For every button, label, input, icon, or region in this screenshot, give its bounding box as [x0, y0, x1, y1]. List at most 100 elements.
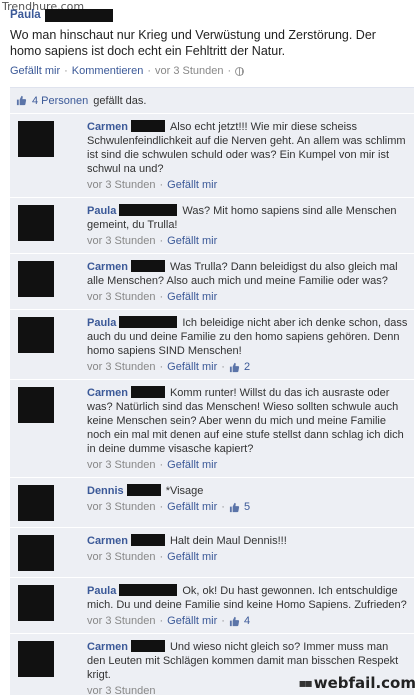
comment-meta: vor 3 Stunden · Gefällt mir	[87, 459, 408, 471]
comment-like-link[interactable]: Gefällt mir	[167, 615, 217, 627]
comment-author-name[interactable]: Carmen	[87, 121, 128, 133]
comment-like-link[interactable]: Gefällt mir	[167, 459, 217, 471]
censor-bar	[130, 640, 165, 652]
likes-count-link[interactable]: 4 Personen	[32, 95, 88, 107]
thumbs-up-icon	[229, 362, 240, 373]
avatar[interactable]	[18, 205, 54, 241]
post-header: Paula	[10, 7, 410, 23]
censor-bar	[119, 584, 178, 596]
comment-item: Dennis *Visage vor 3 Stunden · Gefällt mir · 5	[10, 477, 414, 527]
avatar[interactable]	[18, 485, 54, 521]
post-meta: Gefällt mir · Kommentieren · vor 3 Stund…	[10, 65, 410, 77]
comment-body: Dennis *Visage vor 3 Stunden · Gefällt mir · 5	[87, 484, 408, 521]
comment-like-link[interactable]: Gefällt mir	[167, 551, 217, 563]
post-comment-link[interactable]: Kommentieren	[72, 65, 144, 77]
censor-bar	[44, 8, 113, 22]
comment-body: Carmen Komm runter! Willst du das ich aus…	[87, 386, 408, 471]
avatar[interactable]	[18, 261, 54, 297]
avatar[interactable]	[18, 641, 54, 677]
separator: ·	[221, 361, 225, 373]
comment-thread: 4 Personen gefällt das. Carmen Also echt …	[10, 87, 414, 695]
dots-icon: ▪▪	[298, 676, 313, 690]
comment-author-name[interactable]: Carmen	[87, 535, 128, 547]
comment-timestamp[interactable]: vor 3 Stunden	[87, 179, 156, 191]
comment-meta: vor 3 Stunden · Gefällt mir	[87, 291, 408, 303]
comment-timestamp[interactable]: vor 3 Stunden	[87, 501, 156, 513]
post-like-link[interactable]: Gefällt mir	[10, 65, 60, 77]
thumbs-up-icon	[16, 95, 27, 106]
comment-text-line: Dennis *Visage	[87, 484, 408, 498]
comment-like-count[interactable]: 5	[244, 501, 250, 513]
comment-text-line: Carmen Halt dein Maul Dennis!!!	[87, 534, 408, 548]
censor-bar	[119, 204, 178, 216]
comment-item: Carmen Halt dein Maul Dennis!!! vor 3 Stun…	[10, 527, 414, 577]
comment-body: Carmen Also echt jetzt!!! Wie mir diese s…	[87, 120, 408, 191]
comment-timestamp[interactable]: vor 3 Stunden	[87, 685, 156, 695]
comment-like-link[interactable]: Gefällt mir	[167, 179, 217, 191]
comment-body: Paula Was? Mit homo sapiens sind alle Men…	[87, 204, 408, 247]
comment-item: Paula Ich beleidige nicht aber ich denke …	[10, 309, 414, 379]
comment-like-count[interactable]: 2	[244, 361, 250, 373]
separator: ·	[64, 65, 68, 77]
comment-text-line: Paula Ich beleidige nicht aber ich denke …	[87, 316, 408, 358]
comment-author-name[interactable]: Carmen	[87, 261, 128, 273]
comment-text-line: Paula Was? Mit homo sapiens sind alle Men…	[87, 204, 408, 232]
comment-text-line: Paula Ok, ok! Du hast gewonnen. Ich entsc…	[87, 584, 408, 612]
comment-item: Paula Was? Mit homo sapiens sind alle Men…	[10, 197, 414, 253]
comment-meta: vor 3 Stunden · Gefällt mir	[87, 235, 408, 247]
comment-item: Carmen Also echt jetzt!!! Wie mir diese s…	[10, 113, 414, 197]
watermark-bottom-text: webfail.com	[313, 674, 416, 692]
comment-meta: vor 3 Stunden · Gefällt mir · 2	[87, 361, 408, 373]
comment-meta: vor 3 Stunden · Gefällt mir	[87, 551, 408, 563]
separator: ·	[159, 291, 164, 303]
comment-author-name[interactable]: Paula	[87, 205, 116, 217]
avatar[interactable]	[18, 585, 54, 621]
comment-like-link[interactable]: Gefällt mir	[167, 291, 217, 303]
separator: ·	[159, 551, 164, 563]
avatar[interactable]	[18, 387, 54, 423]
likes-suffix: gefällt das.	[93, 94, 147, 107]
comment-author-name[interactable]: Paula	[87, 317, 116, 329]
avatar[interactable]	[18, 535, 54, 571]
comment-author-name[interactable]: Carmen	[87, 641, 128, 653]
comment-text: Halt dein Maul Dennis!!!	[169, 535, 287, 547]
comment-like-count[interactable]: 4	[244, 615, 250, 627]
comment-timestamp[interactable]: vor 3 Stunden	[87, 615, 156, 627]
censor-bar	[126, 484, 161, 496]
post-author-name[interactable]: Paula	[10, 9, 41, 21]
comment-body: Paula Ok, ok! Du hast gewonnen. Ich entsc…	[87, 584, 408, 627]
comment-text-line: Carmen Komm runter! Willst du das ich aus…	[87, 386, 408, 456]
separator: ·	[221, 501, 225, 513]
censor-bar	[119, 316, 178, 328]
comment-timestamp[interactable]: vor 3 Stunden	[87, 361, 156, 373]
post-timestamp[interactable]: vor 3 Stunden	[155, 65, 224, 77]
comment-like-link[interactable]: Gefällt mir	[167, 235, 217, 247]
watermark-bottom: ▪▪ webfail.com	[299, 674, 417, 692]
separator: ·	[159, 501, 164, 513]
comment-item: Carmen Komm runter! Willst du das ich aus…	[10, 379, 414, 477]
comment-timestamp[interactable]: vor 3 Stunden	[87, 459, 156, 471]
avatar[interactable]	[18, 317, 54, 353]
separator: ·	[147, 65, 152, 77]
censor-bar	[130, 120, 165, 132]
comment-like-link[interactable]: Gefällt mir	[167, 501, 217, 513]
comment-meta: vor 3 Stunden · Gefällt mir	[87, 179, 408, 191]
comment-author-name[interactable]: Dennis	[87, 485, 124, 497]
comment-author-name[interactable]: Carmen	[87, 387, 128, 399]
comment-timestamp[interactable]: vor 3 Stunden	[87, 235, 156, 247]
comment-author-name[interactable]: Paula	[87, 585, 116, 597]
globe-icon	[235, 66, 245, 76]
comment-list: Carmen Also echt jetzt!!! Wie mir diese s…	[10, 113, 414, 695]
separator: ·	[221, 615, 225, 627]
separator: ·	[159, 235, 164, 247]
thumbs-up-icon	[229, 616, 240, 627]
comment-item: Carmen Was Trulla? Dann beleidigst du als…	[10, 253, 414, 309]
separator: ·	[159, 459, 164, 471]
thumbs-up-icon	[229, 502, 240, 513]
comment-timestamp[interactable]: vor 3 Stunden	[87, 291, 156, 303]
separator: ·	[159, 361, 164, 373]
comment-like-link[interactable]: Gefällt mir	[167, 361, 217, 373]
avatar[interactable]	[18, 121, 54, 157]
comment-timestamp[interactable]: vor 3 Stunden	[87, 551, 156, 563]
comment-body: Carmen Halt dein Maul Dennis!!! vor 3 Stun…	[87, 534, 408, 571]
